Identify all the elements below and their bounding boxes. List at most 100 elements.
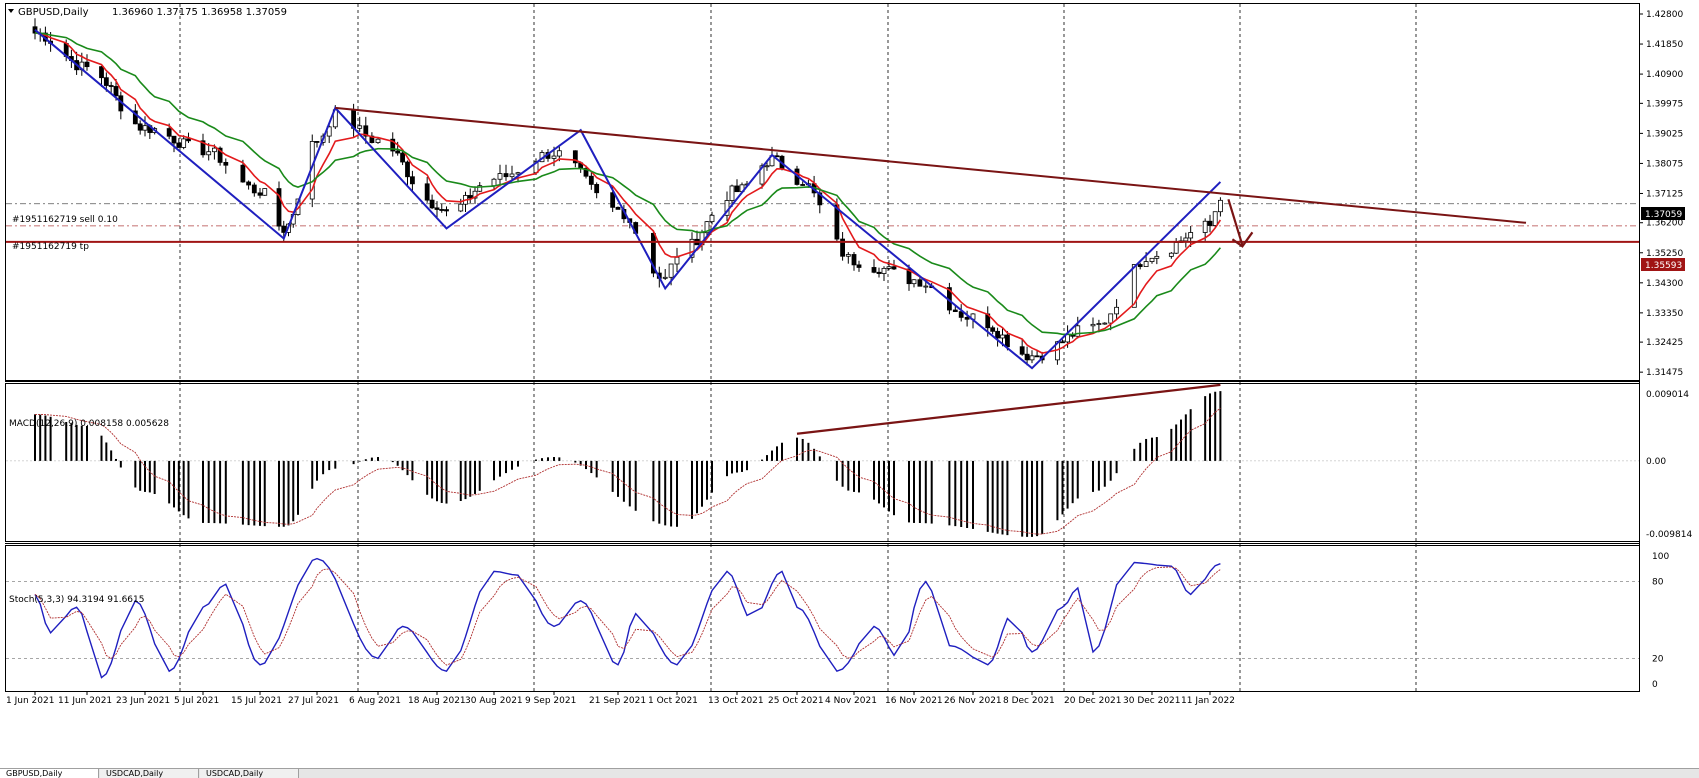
sell-order-label[interactable]: #1951162719 sell 0.10 — [12, 215, 118, 225]
ohlc-readout: 1.36960 1.37175 1.36958 1.37059 — [112, 7, 287, 18]
date-tick-label: 6 Aug 2021 — [349, 696, 401, 706]
candle-body — [424, 183, 430, 201]
trading-chart[interactable]: 1.42800 1.41850 1.40900 1.39975 1.39025 1.380… — [0, 0, 1699, 777]
macd-label: MACD(12,26,9) 0.008158 0.005628 — [9, 419, 169, 429]
stoch-tick-label: 0 — [1652, 680, 1658, 690]
candle-body — [410, 176, 415, 185]
candle-body — [137, 123, 143, 131]
price-tick-label: 1.38075 — [1646, 159, 1683, 169]
date-tick-label: 26 Nov 2021 — [944, 696, 1002, 706]
date-tick-label: 4 Nov 2021 — [825, 696, 877, 706]
candle-body — [434, 207, 440, 210]
price-tick-label: 1.37125 — [1646, 189, 1683, 199]
stoch-panel[interactable] — [5, 545, 1640, 692]
candle-body — [257, 192, 263, 196]
candle-body — [357, 125, 363, 129]
date-tick-label: 9 Sep 2021 — [525, 696, 576, 706]
candle-body — [871, 267, 877, 273]
candle-body — [1207, 220, 1213, 226]
candle-body — [734, 185, 740, 193]
date-tick-label: 16 Nov 2021 — [885, 696, 943, 706]
candle-body — [990, 327, 996, 332]
candle-body — [262, 188, 268, 196]
tp-order-label[interactable]: #1951162719 tp — [12, 242, 89, 252]
date-tick-label: 21 Sep 2021 — [589, 696, 646, 706]
candle-body — [1034, 355, 1040, 358]
candle-body — [588, 175, 594, 185]
candle-body — [1218, 199, 1223, 213]
candle-body — [1212, 211, 1218, 226]
candle-body — [84, 61, 90, 68]
candle-body — [856, 264, 862, 268]
candle-body — [851, 254, 857, 266]
candle-body — [674, 256, 680, 265]
price-tick-label: 1.36200 — [1646, 219, 1683, 229]
candle-body — [405, 161, 410, 178]
candle-body — [113, 86, 119, 97]
date-tick-label: 20 Dec 2021 — [1064, 696, 1122, 706]
date-tick-label: 27 Jul 2021 — [288, 696, 339, 706]
candle-body — [1005, 334, 1010, 348]
candle-body — [181, 138, 187, 148]
candle-body — [429, 199, 435, 209]
date-tick-label: 25 Oct 2021 — [768, 696, 824, 706]
candle-body — [964, 316, 970, 320]
price-tick-label: 1.32425 — [1646, 338, 1683, 348]
date-tick-label: 8 Dec 2021 — [1003, 696, 1055, 706]
candle-body — [1143, 261, 1149, 267]
macd-panel[interactable] — [5, 383, 1640, 542]
candle-body — [1173, 242, 1179, 254]
date-tick-label: 30 Dec 2021 — [1123, 696, 1181, 706]
candle-body — [497, 173, 503, 180]
price-tick-label: 1.41850 — [1646, 40, 1683, 50]
price-tick-label: 1.40900 — [1646, 70, 1683, 80]
date-tick-label: 11 Jun 2021 — [58, 696, 112, 706]
candle-body — [668, 263, 674, 278]
candle-body — [995, 330, 1000, 339]
candle-body — [800, 184, 806, 186]
date-tick-label: 11 Jan 2022 — [1181, 696, 1235, 706]
candle-body — [1090, 323, 1096, 327]
macd-tick-label: 0.00 — [1646, 457, 1666, 467]
stoch-tick-label: 100 — [1652, 552, 1669, 562]
symbol-label: GBPUSD,Daily — [18, 7, 89, 18]
stoch-label: Stoch(5,3,3) 94.3194 91.6615 — [9, 595, 144, 605]
candle-body — [246, 181, 252, 186]
candle-body — [491, 178, 497, 187]
candle-body — [1102, 322, 1108, 325]
candle-body — [400, 152, 405, 163]
candle-body — [709, 214, 715, 223]
candle-body — [439, 209, 445, 211]
candle-body — [1019, 346, 1025, 355]
date-tick-label: 5 Jul 2021 — [174, 696, 219, 706]
candle-body — [1108, 313, 1114, 324]
macd-tick-label: -0.009814 — [1646, 530, 1692, 540]
date-tick-label: 15 Jul 2021 — [231, 696, 282, 706]
candle-body — [1154, 255, 1160, 259]
candle-body — [503, 173, 509, 178]
candle-body — [1060, 341, 1065, 344]
candle-body — [458, 203, 464, 212]
candle-body — [171, 135, 177, 144]
candle-body — [1075, 325, 1081, 337]
price-tick-label: 1.39975 — [1646, 99, 1683, 109]
candle-body — [881, 267, 887, 274]
candle-body — [240, 164, 246, 183]
candle-body — [108, 85, 114, 87]
price-tick-label: 1.39025 — [1646, 129, 1683, 139]
candle-body — [375, 138, 381, 143]
candle-body — [467, 195, 473, 199]
candle-body — [206, 151, 212, 156]
candle-body — [1096, 323, 1102, 325]
candle-body — [615, 206, 621, 210]
candle-body — [594, 184, 600, 194]
candle-body — [166, 128, 172, 137]
candle-body — [1202, 220, 1208, 233]
date-tick-label: 30 Aug 2021 — [465, 696, 523, 706]
candle-body — [911, 279, 917, 285]
candle-body — [186, 138, 191, 142]
candle-body — [99, 66, 104, 79]
candle-body — [556, 150, 562, 157]
candle-body — [1137, 264, 1143, 267]
price-tick-label: 1.42800 — [1646, 10, 1683, 20]
